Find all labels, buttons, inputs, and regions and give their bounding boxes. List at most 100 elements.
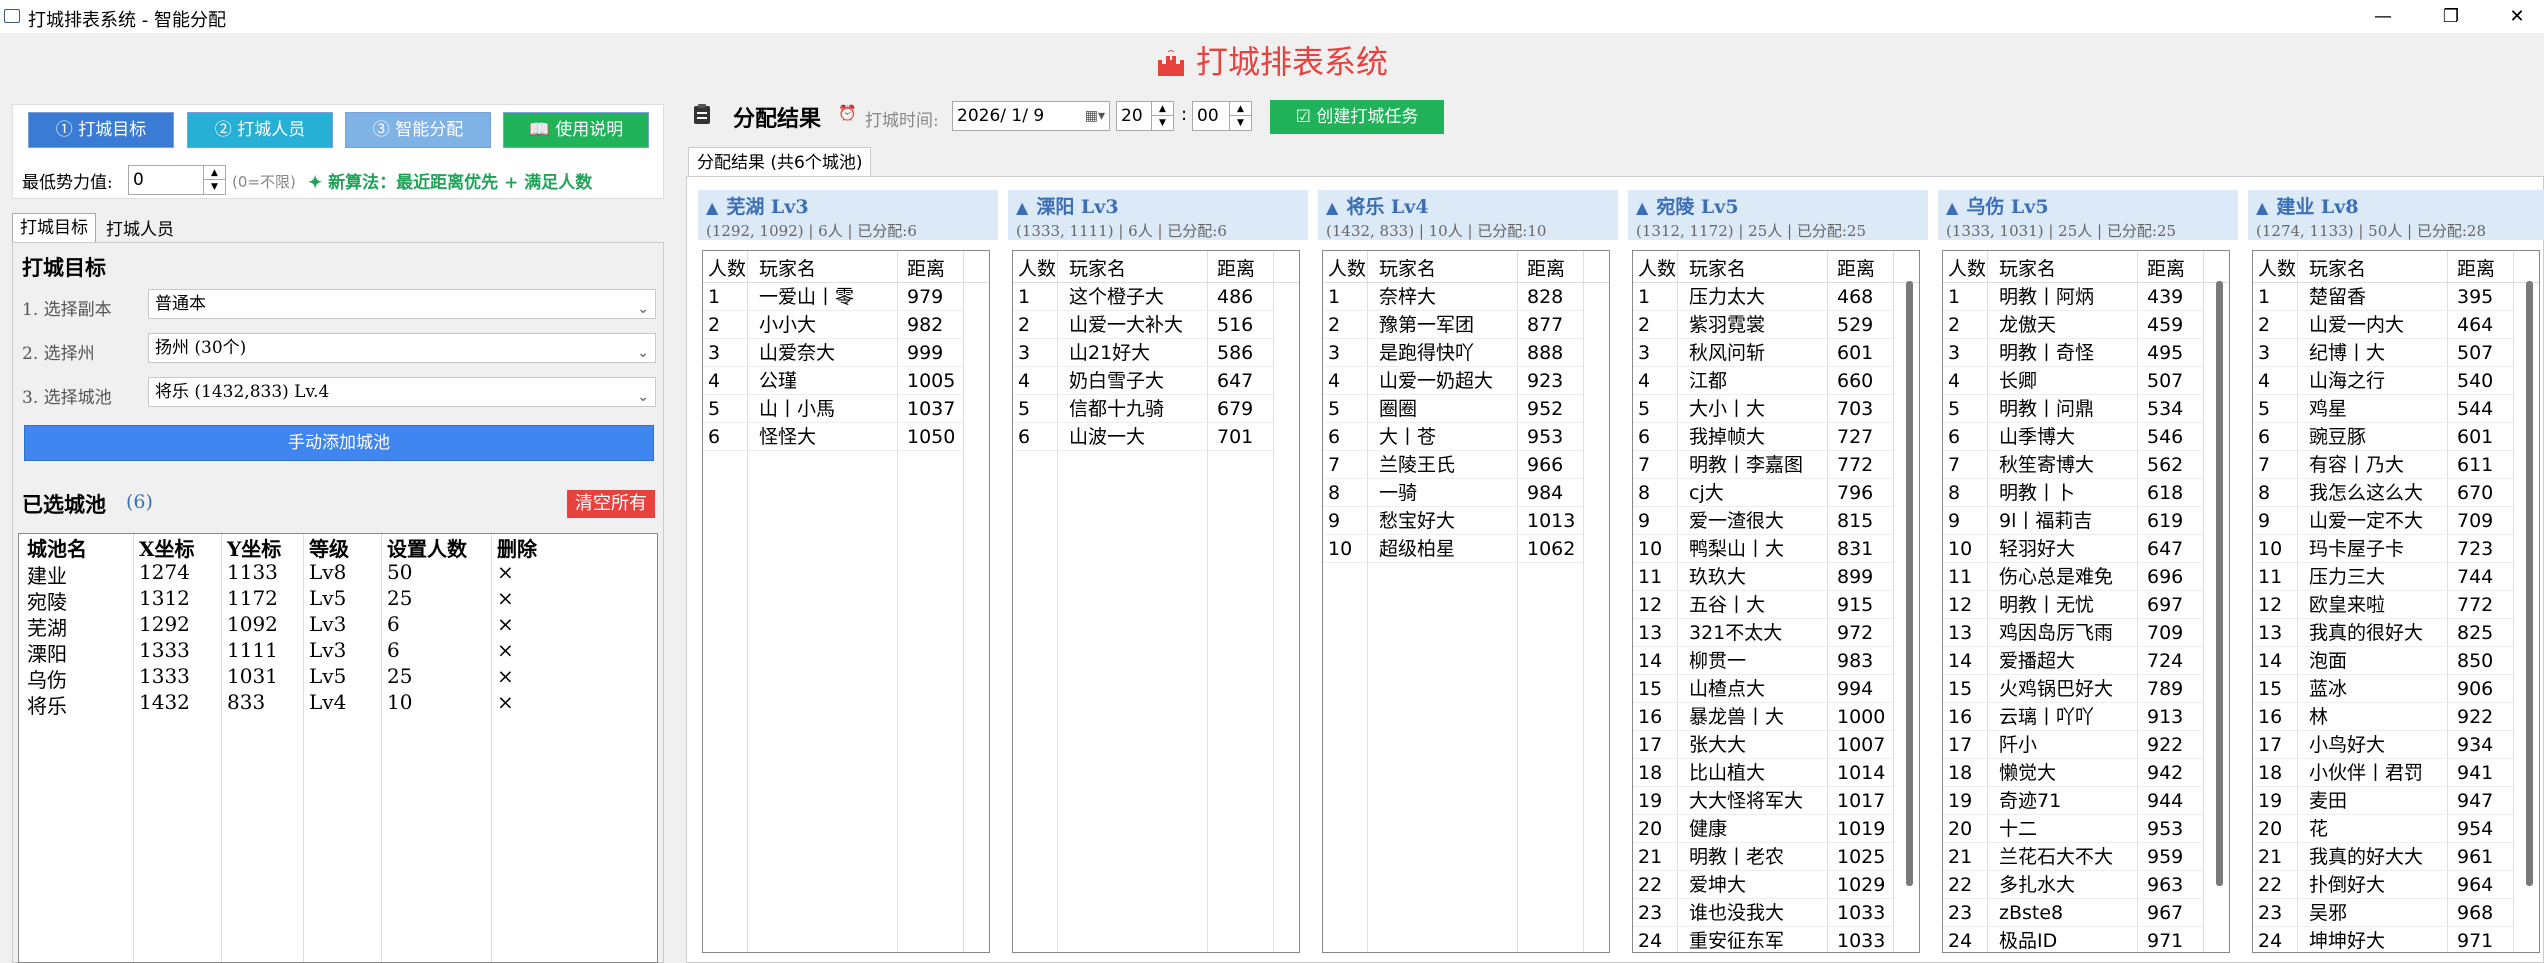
list-item[interactable]: 7 兰陵王氏 966	[1323, 451, 1609, 479]
delete-icon[interactable]: ×	[497, 612, 514, 636]
list-item[interactable]: 23 zBste8 967	[1943, 899, 2229, 927]
delete-icon[interactable]: ×	[497, 690, 514, 714]
nav-button-help[interactable]: 📖 使用说明	[503, 112, 649, 148]
list-item[interactable]: 5 信都十九骑 679	[1013, 395, 1299, 423]
list-item[interactable]: 16 林 922	[2253, 703, 2539, 731]
nav-button-targets[interactable]: ① 打城目标	[28, 112, 174, 148]
list-item[interactable]: 4 山爱一奶超大 923	[1323, 367, 1609, 395]
list-item[interactable]: 13 321不太大 972	[1633, 619, 1919, 647]
list-item[interactable]: 2 山爱一内大 464	[2253, 311, 2539, 339]
spin-up-icon[interactable]: ▲	[1229, 102, 1251, 116]
list-item[interactable]: 21 我真的好大大 961	[2253, 843, 2539, 871]
list-item[interactable]: 16 云璃丨吖吖 913	[1943, 703, 2229, 731]
close-button[interactable]: ✕	[2494, 0, 2540, 33]
spin-down-icon[interactable]: ▼	[1151, 116, 1173, 130]
delete-icon[interactable]: ×	[497, 586, 514, 610]
list-item[interactable]: 14 泡面 850	[2253, 647, 2539, 675]
list-item[interactable]: 4 长卿 507	[1943, 367, 2229, 395]
province-select[interactable]: 扬州 (30个) ⌄	[148, 333, 656, 363]
list-item[interactable]: 24 极品ID 971	[1943, 927, 2229, 952]
list-item[interactable]: 4 江都 660	[1633, 367, 1919, 395]
list-item[interactable]: 19 大大怪将军大 1017	[1633, 787, 1919, 815]
spin-down-icon[interactable]: ▼	[1229, 116, 1251, 130]
list-item[interactable]: 9 山爱一定不大 709	[2253, 507, 2539, 535]
list-item[interactable]: 1 压力太大 468	[1633, 283, 1919, 311]
list-item[interactable]: 7 有容丨乃大 611	[2253, 451, 2539, 479]
list-item[interactable]: 3 明教丨奇怪 495	[1943, 339, 2229, 367]
list-item[interactable]: 5 山丨小馬 1037	[703, 395, 989, 423]
minimize-button[interactable]: —	[2360, 0, 2406, 33]
list-item[interactable]: 10 轻羽好大 647	[1943, 535, 2229, 563]
list-item[interactable]: 5 大小丨大 703	[1633, 395, 1919, 423]
list-item[interactable]: 21 明教丨老农 1025	[1633, 843, 1919, 871]
calendar-icon[interactable]: ▦▾	[1085, 102, 1105, 130]
list-item[interactable]: 17 张大大 1007	[1633, 731, 1919, 759]
delete-icon[interactable]: ×	[497, 638, 514, 662]
list-item[interactable]: 3 秋风问斩 601	[1633, 339, 1919, 367]
list-item[interactable]: 18 懒觉大 942	[1943, 759, 2229, 787]
list-item[interactable]: 12 明教丨无忧 697	[1943, 591, 2229, 619]
list-item[interactable]: 1 楚留香 395	[2253, 283, 2539, 311]
list-item[interactable]: 1 奈梓大 828	[1323, 283, 1609, 311]
hour-spinner[interactable]: 20 ▲ ▼	[1116, 101, 1174, 131]
list-item[interactable]: 10 鸭梨山丨大 831	[1633, 535, 1919, 563]
list-item[interactable]: 7 明教丨李嘉图 772	[1633, 451, 1919, 479]
list-item[interactable]: 3 是跑得快吖 888	[1323, 339, 1609, 367]
min-power-input[interactable]: 0 ▲ ▼	[128, 165, 226, 195]
maximize-button[interactable]: ❐	[2428, 0, 2474, 33]
list-item[interactable]: 3 山21好大 586	[1013, 339, 1299, 367]
list-item[interactable]: 19 麦田 947	[2253, 787, 2539, 815]
list-item[interactable]: 8 我怎么这么大 670	[2253, 479, 2539, 507]
list-item[interactable]: 4 公瑾 1005	[703, 367, 989, 395]
list-item[interactable]: 5 鸡星 544	[2253, 395, 2539, 423]
scrollbar[interactable]	[2526, 281, 2533, 886]
list-item[interactable]: 16 暴龙兽丨大 1000	[1633, 703, 1919, 731]
list-item[interactable]: 23 谁也没我大 1033	[1633, 899, 1919, 927]
spin-up-icon[interactable]: ▲	[203, 166, 225, 180]
nav-button-smart-assign[interactable]: ③ 智能分配	[345, 112, 491, 148]
clear-all-button[interactable]: 清空所有	[567, 490, 655, 518]
list-item[interactable]: 15 蓝冰 906	[2253, 675, 2539, 703]
list-item[interactable]: 20 健康 1019	[1633, 815, 1919, 843]
city-table-row[interactable]: 芜湖 1292 1092 Lv3 6 ×	[19, 612, 657, 640]
list-item[interactable]: 3 纪博丨大 507	[2253, 339, 2539, 367]
list-item[interactable]: 14 爱播超大 724	[1943, 647, 2229, 675]
add-city-button[interactable]: 手动添加城池	[24, 425, 654, 461]
city-select[interactable]: 将乐 (1432,833) Lv.4 ⌄	[148, 377, 656, 407]
list-item[interactable]: 5 圈圈 952	[1323, 395, 1609, 423]
list-item[interactable]: 6 怪怪大 1050	[703, 423, 989, 451]
spin-down-icon[interactable]: ▼	[203, 180, 225, 194]
list-item[interactable]: 13 鸡因岛厉飞雨 709	[1943, 619, 2229, 647]
tab-people[interactable]: 打城人员	[98, 216, 182, 243]
list-item[interactable]: 8 明教丨卜 618	[1943, 479, 2229, 507]
list-item[interactable]: 7 秋笙寄博大 562	[1943, 451, 2229, 479]
nav-button-people[interactable]: ② 打城人员	[187, 112, 333, 148]
list-item[interactable]: 4 奶白雪子大 647	[1013, 367, 1299, 395]
list-item[interactable]: 17 小鸟好大 934	[2253, 731, 2539, 759]
list-item[interactable]: 20 花 954	[2253, 815, 2539, 843]
list-item[interactable]: 15 山楂点大 994	[1633, 675, 1919, 703]
list-item[interactable]: 2 山爱一大补大 516	[1013, 311, 1299, 339]
list-item[interactable]: 9 9l丨福莉吉 619	[1943, 507, 2229, 535]
list-item[interactable]: 2 紫羽霓裳 529	[1633, 311, 1919, 339]
tab-result[interactable]: 分配结果 (共6个城池)	[688, 147, 872, 177]
minute-spinner[interactable]: 00 ▲ ▼	[1192, 101, 1252, 131]
list-item[interactable]: 22 爱坤大 1029	[1633, 871, 1919, 899]
tab-targets[interactable]: 打城目标	[12, 213, 96, 243]
scrollbar[interactable]	[2216, 281, 2223, 886]
date-picker[interactable]: 2026/ 1/ 9 ▦▾	[952, 101, 1110, 131]
list-item[interactable]: 17 阡小 922	[1943, 731, 2229, 759]
list-item[interactable]: 18 比山植大 1014	[1633, 759, 1919, 787]
list-item[interactable]: 4 山海之行 540	[2253, 367, 2539, 395]
list-item[interactable]: 22 扑倒好大 964	[2253, 871, 2539, 899]
list-item[interactable]: 3 山爱奈大 999	[703, 339, 989, 367]
city-table-row[interactable]: 将乐 1432 833 Lv4 10 ×	[19, 690, 657, 718]
list-item[interactable]: 2 龙傲天 459	[1943, 311, 2229, 339]
create-task-button[interactable]: ☑ 创建打城任务	[1270, 100, 1444, 134]
scrollbar[interactable]	[1906, 281, 1913, 886]
list-item[interactable]: 9 爱一渣很大 815	[1633, 507, 1919, 535]
city-table-row[interactable]: 建业 1274 1133 Lv8 50 ×	[19, 560, 657, 588]
spin-up-icon[interactable]: ▲	[1151, 102, 1173, 116]
list-item[interactable]: 20 十二 953	[1943, 815, 2229, 843]
list-item[interactable]: 6 山波一大 701	[1013, 423, 1299, 451]
